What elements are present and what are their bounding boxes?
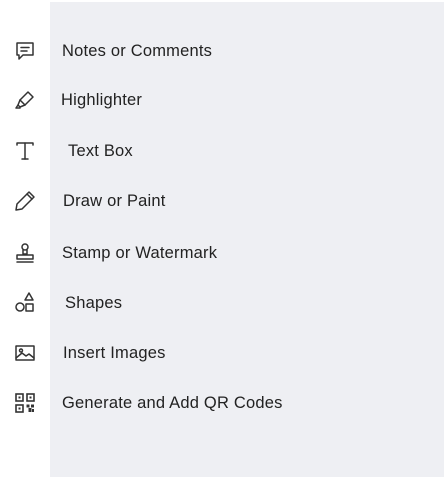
pencil-icon (12, 188, 38, 214)
shapes-icon (12, 290, 38, 316)
stamp-icon (12, 240, 38, 266)
tool-label: Insert Images (63, 344, 166, 362)
qr-code-icon (12, 390, 38, 416)
tool-shapes[interactable]: Shapes (0, 278, 444, 328)
tool-insert-images[interactable]: Insert Images (0, 328, 444, 378)
annotation-tools-menu: Notes or Comments Highlighter Text Box D… (0, 0, 444, 477)
tool-label: Generate and Add QR Codes (62, 394, 283, 412)
tool-label: Notes or Comments (62, 42, 213, 60)
tool-label: Text Box (68, 142, 133, 160)
tool-highlighter[interactable]: Highlighter (0, 75, 444, 125)
tool-label: Draw or Paint (63, 192, 166, 210)
text-icon (12, 138, 38, 164)
tool-label: Highlighter (61, 91, 143, 109)
tool-stamp-or-watermark[interactable]: Stamp or Watermark (0, 228, 444, 278)
tool-notes-or-comments[interactable]: Notes or Comments (0, 26, 444, 76)
tool-label: Stamp or Watermark (62, 244, 218, 262)
image-icon (12, 340, 38, 366)
tool-generate-qr-codes[interactable]: Generate and Add QR Codes (0, 378, 444, 428)
tool-text-box[interactable]: Text Box (0, 126, 444, 176)
tool-label: Shapes (65, 294, 123, 312)
tool-draw-or-paint[interactable]: Draw or Paint (0, 176, 444, 226)
comment-icon (12, 38, 38, 64)
highlighter-icon (12, 87, 38, 113)
